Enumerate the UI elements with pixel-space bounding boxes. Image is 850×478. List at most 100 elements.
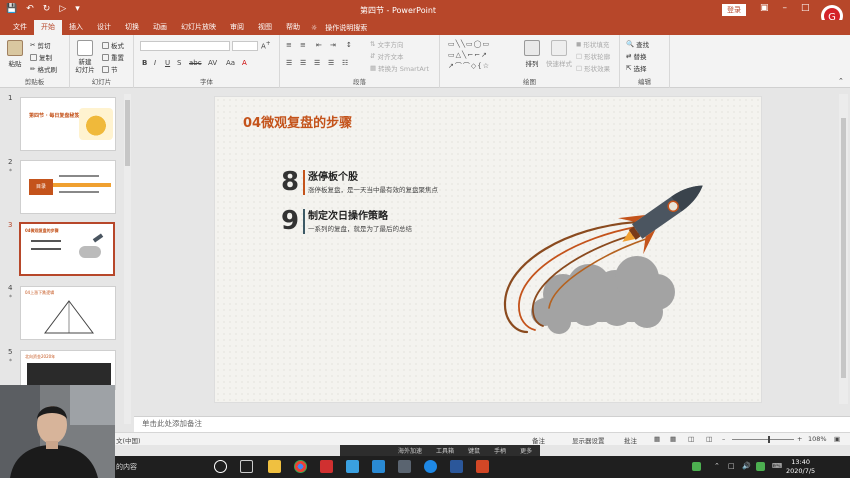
save-icon[interactable]: 💾	[6, 4, 17, 14]
notes-button[interactable]: 备注	[532, 435, 545, 445]
chrome-icon[interactable]	[294, 460, 307, 473]
tab-slideshow[interactable]: 幻灯片放映	[174, 20, 223, 35]
replace-button[interactable]: ⇄ 替换	[626, 51, 646, 61]
arrange-button[interactable]: 排列	[522, 40, 542, 68]
keyboard-icon[interactable]: ⌨	[772, 462, 782, 470]
taskbar-search-text[interactable]: 的内容	[116, 462, 137, 472]
slide-sorter-icon[interactable]: ▦	[670, 435, 676, 443]
cortana-icon[interactable]	[214, 460, 227, 473]
reset-button[interactable]: 重置	[102, 52, 124, 62]
align-left-icon[interactable]: ☰	[286, 59, 292, 67]
tab-view[interactable]: 视图	[251, 20, 279, 35]
tell-me-search[interactable]: 操作说明搜索	[321, 23, 371, 33]
ime-icon[interactable]	[756, 462, 765, 471]
zoom-level[interactable]: 108%	[808, 435, 827, 443]
scroll-thumb[interactable]	[841, 118, 846, 378]
normal-view-icon[interactable]: ▦	[654, 435, 660, 443]
italic-icon[interactable]: I	[154, 59, 156, 67]
slideshow-icon[interactable]: ◫	[706, 435, 712, 443]
slide-thumbnail-4[interactable]: 04上涨下跌逻辑	[20, 286, 116, 340]
tab-file[interactable]: 文件	[6, 20, 34, 35]
format-painter-button[interactable]: ✏ 格式刷	[30, 64, 57, 74]
customize-qat-icon[interactable]: ▾	[75, 4, 80, 14]
underline-icon[interactable]: U	[165, 59, 170, 67]
start-from-beginning-icon[interactable]: ▷	[59, 4, 66, 14]
decrease-indent-icon[interactable]: ⇤	[316, 41, 322, 49]
language-status[interactable]: 文(中国)	[116, 435, 141, 445]
tab-transitions[interactable]: 切换	[118, 20, 146, 35]
strikethrough-icon[interactable]: abc	[189, 59, 202, 67]
helper-item[interactable]: 工具箱	[436, 446, 454, 455]
minimize-icon[interactable]: –	[783, 3, 788, 13]
login-button[interactable]: 登录	[722, 4, 746, 16]
shapes-gallery[interactable]: ▭╲╲▭◯▭ ▭△╲⌐⌐↗ ↗⌒⌒◇{☆	[448, 39, 516, 75]
columns-icon[interactable]: ☷	[342, 59, 348, 67]
ribbon-display-icon[interactable]: ▣	[760, 3, 769, 13]
scroll-thumb[interactable]	[125, 100, 130, 166]
zoom-out-icon[interactable]: –	[722, 435, 725, 443]
bullets-icon[interactable]: ≡	[286, 41, 292, 49]
fit-slide-icon[interactable]: ▣	[834, 435, 840, 443]
grow-font-icon[interactable]: A+	[261, 41, 271, 50]
editor-scrollbar[interactable]	[839, 94, 848, 404]
justify-icon[interactable]: ☰	[328, 59, 334, 67]
zoom-slider-thumb[interactable]	[768, 436, 770, 443]
slide-thumbnail-5[interactable]: 北向资金2020年	[20, 350, 116, 390]
redo-icon[interactable]: ↻	[43, 4, 51, 14]
shape-fill-button[interactable]: ◼ 形状填充	[576, 39, 609, 49]
paste-button[interactable]: 粘贴	[4, 40, 26, 68]
text-direction-button[interactable]: ⇅ 文字方向	[370, 39, 403, 49]
bold-icon[interactable]: B	[142, 59, 147, 67]
slide-thumbnail-3[interactable]: 04微观复盘的步骤	[19, 222, 115, 276]
helper-item[interactable]: 手柄	[494, 446, 506, 455]
line-spacing-icon[interactable]: ↕	[346, 41, 352, 49]
app-icon[interactable]	[372, 460, 385, 473]
tab-animations[interactable]: 动画	[146, 20, 174, 35]
char-spacing-icon[interactable]: AV	[208, 59, 217, 67]
helper-item[interactable]: 键鼠	[468, 446, 480, 455]
shape-effects-button[interactable]: □ 形状效果	[576, 63, 610, 73]
app-icon[interactable]	[346, 460, 359, 473]
find-button[interactable]: 🔍 查找	[626, 39, 649, 49]
task-view-icon[interactable]	[240, 460, 253, 473]
helper-item[interactable]: 海外加速	[398, 446, 422, 455]
increase-indent-icon[interactable]: ⇥	[330, 41, 336, 49]
display-settings-button[interactable]: 显示器设置	[572, 435, 605, 445]
notes-pane[interactable]: 单击此处添加备注	[134, 416, 850, 432]
network-icon[interactable]: □	[728, 462, 735, 470]
comments-button[interactable]: 批注	[624, 435, 637, 445]
slide-canvas[interactable]: 04微观复盘的步骤 8 涨停板个股 涨停板复盘，是一天当中最有效的复盘聚焦点 9…	[214, 96, 762, 403]
tray-icon[interactable]	[692, 462, 701, 471]
tab-design[interactable]: 设计	[90, 20, 118, 35]
tab-insert[interactable]: 插入	[62, 20, 90, 35]
tab-home[interactable]: 开始	[34, 20, 62, 35]
app-icon[interactable]	[398, 460, 411, 473]
font-family-select[interactable]	[140, 41, 230, 51]
new-slide-button[interactable]: 新建 幻灯片	[73, 40, 97, 74]
copy-button[interactable]: 复制	[30, 52, 52, 62]
taskbar-clock[interactable]: 13:40 2020/7/5	[786, 458, 815, 476]
powerpoint-icon[interactable]	[476, 460, 489, 473]
font-size-select[interactable]	[232, 41, 258, 51]
thumbnails-scrollbar[interactable]	[124, 94, 131, 424]
font-color-icon[interactable]: A	[242, 59, 247, 67]
volume-icon[interactable]: 🔊	[742, 462, 751, 470]
shadow-icon[interactable]: S	[177, 59, 181, 67]
layout-button[interactable]: 板式	[102, 40, 124, 50]
change-case-icon[interactable]: Aa	[226, 59, 235, 67]
maximize-icon[interactable]: □	[801, 3, 810, 13]
shape-outline-button[interactable]: □ 形状轮廓	[576, 51, 610, 61]
word-icon[interactable]	[450, 460, 463, 473]
slide-thumbnail-1[interactable]: 第四节 · 每日复盘秘笈	[20, 97, 116, 151]
zoom-in-icon[interactable]: +	[797, 435, 802, 443]
reading-view-icon[interactable]: ◫	[688, 435, 694, 443]
tab-help[interactable]: 帮助	[279, 20, 307, 35]
rocket-illustration[interactable]	[497, 182, 707, 352]
helper-item[interactable]: 更多	[520, 446, 532, 455]
align-center-icon[interactable]: ☰	[300, 59, 306, 67]
smartart-button[interactable]: ▦ 转换为 SmartArt	[370, 63, 429, 73]
tab-review[interactable]: 审阅	[223, 20, 251, 35]
section-button[interactable]: 节	[102, 64, 118, 74]
slide-title[interactable]: 04微观复盘的步骤	[243, 112, 352, 131]
slide-thumbnail-2[interactable]: 目录	[20, 160, 116, 214]
